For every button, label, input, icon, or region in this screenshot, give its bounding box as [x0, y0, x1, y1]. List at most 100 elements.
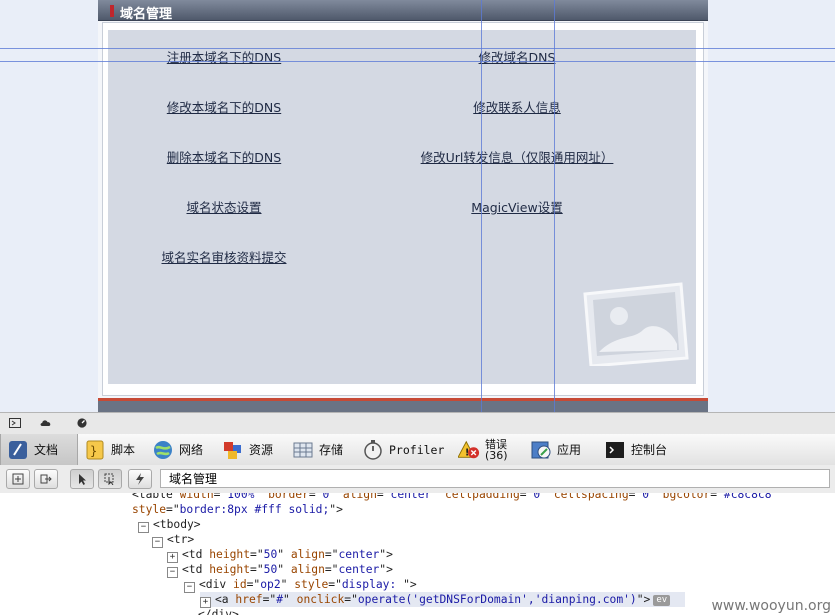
dom-node[interactable]: + <td height="50" align="center">: [167, 547, 393, 563]
attr-name: width: [179, 493, 214, 501]
dom-node[interactable]: </div>: [198, 607, 239, 615]
tab-storage[interactable]: 存储: [286, 434, 349, 465]
dock-icon[interactable]: [9, 418, 21, 428]
tab-console[interactable]: 控制台: [598, 434, 673, 465]
tag-text: =": [324, 548, 339, 561]
collapse-toggle-icon[interactable]: −: [152, 537, 163, 548]
attr-name: align: [290, 563, 325, 576]
inspect-element-button[interactable]: [70, 469, 94, 489]
link-modify-dns[interactable]: 修改本域名下的DNS: [167, 97, 281, 116]
tab-network[interactable]: 网络: [146, 434, 209, 465]
detach-icon: [40, 474, 52, 484]
cloud-icon[interactable]: [40, 418, 52, 428]
dom-node[interactable]: − <td height="50" align="center">: [167, 562, 393, 578]
tag-text: <tr>: [167, 533, 195, 546]
tab-label: Profiler: [389, 442, 445, 457]
lightning-button[interactable]: [128, 469, 152, 489]
tag-text: =": [262, 593, 277, 606]
attr-value: #c8c8c8: [723, 493, 772, 501]
event-badge[interactable]: ev: [653, 595, 671, 606]
tag-text: <td: [182, 563, 210, 576]
tag-text: ": [277, 563, 291, 576]
collapse-toggle-icon[interactable]: −: [184, 582, 195, 593]
tag-text: ">: [329, 503, 343, 516]
network-globe-icon: [152, 439, 174, 461]
devtools-tab-bar: 文档 } 脚本 网络 资源 存储 Profiler ! 错误 (36) 应用 控…: [0, 434, 835, 466]
dom-node[interactable]: <table width="100%" border="0" align="ce…: [132, 493, 772, 502]
link-delete-dns[interactable]: 删除本域名下的DNS: [167, 147, 281, 166]
tab-errors[interactable]: ! 错误 (36): [452, 434, 514, 465]
tab-script[interactable]: } 脚本: [78, 434, 141, 465]
dom-node[interactable]: − <tr>: [152, 532, 195, 548]
attr-name: onclick: [296, 593, 345, 606]
tag-text: <div: [199, 578, 234, 591]
tab-document[interactable]: 文档: [0, 434, 78, 465]
link-register-dns[interactable]: 注册本域名下的DNS: [167, 47, 281, 66]
select-element-button[interactable]: [98, 469, 122, 489]
tag-text: ": [431, 493, 445, 501]
dom-tree-panel[interactable]: <table width="100%" border="0" align="ce…: [0, 493, 835, 615]
select-pointer-icon: [104, 473, 114, 485]
tag-text: ": [277, 548, 291, 561]
tag-text: ": [649, 493, 663, 501]
image-placeholder-icon: [583, 282, 689, 366]
gauge-icon[interactable]: [76, 418, 88, 428]
lightning-icon: [136, 473, 144, 485]
attr-name: style: [294, 578, 329, 591]
tab-label: 网络: [179, 443, 204, 457]
panel-footer: [98, 398, 708, 412]
guide-line-horizontal: [0, 61, 835, 62]
link-modify-contact[interactable]: 修改联系人信息: [473, 97, 561, 116]
collapse-toggle-icon[interactable]: −: [167, 567, 178, 578]
tab-profiler[interactable]: Profiler: [356, 434, 450, 465]
document-icon: [7, 439, 29, 461]
link-modify-url-forward[interactable]: 修改Url转发信息（仅限通用网址）: [421, 147, 614, 166]
cursor-icon: [79, 474, 86, 485]
svg-text:}: }: [90, 444, 97, 458]
tag-text: ">: [403, 578, 417, 591]
tag-text: <tbody>: [153, 518, 201, 531]
attr-value: border:8px #fff solid;: [179, 503, 330, 516]
tab-label: 脚本: [111, 443, 136, 457]
tab-resources[interactable]: 资源: [216, 434, 279, 465]
dom-node[interactable]: − <div id="op2" style="display: ">: [184, 577, 417, 593]
attr-value: 50: [263, 548, 278, 561]
dock-toggle-icon: [12, 473, 24, 485]
attr-name: align: [342, 493, 377, 501]
tag-text: =": [328, 578, 342, 591]
attr-value: 50: [263, 563, 278, 576]
tag-text: <a: [215, 593, 236, 606]
attr-name: align: [290, 548, 325, 561]
tag-text: ">: [379, 548, 393, 561]
tag-text: =": [308, 493, 323, 501]
tag-text: =": [250, 563, 264, 576]
attr-name: height: [209, 548, 251, 561]
stopwatch-icon: [362, 439, 384, 461]
breadcrumb[interactable]: 域名管理: [160, 469, 830, 488]
link-domain-status[interactable]: 域名状态设置: [186, 197, 261, 216]
attr-value: center: [338, 548, 380, 561]
attr-value: operate('getDNSForDomain','dianping.com'…: [357, 593, 637, 606]
attr-value: center: [338, 563, 380, 576]
web-page-viewport: 域名管理 注册本域名下的DNS 修改域名DNS 修改本域名下的DNS 修改联系人…: [0, 0, 835, 412]
attr-name: cellspacing: [553, 493, 629, 501]
guide-line-vertical: [481, 0, 482, 412]
link-modify-domain-dns[interactable]: 修改域名DNS: [479, 47, 556, 66]
dock-toggle-button[interactable]: [6, 469, 30, 489]
tag-text: ": [540, 493, 554, 501]
app-icon: [530, 439, 552, 461]
attr-value: op2: [260, 578, 281, 591]
tag-text: =": [324, 563, 339, 576]
attr-name: height: [209, 563, 251, 576]
dom-node-selected[interactable]: + <a href="#" onclick="operate('getDNSFor…: [200, 592, 685, 608]
dom-node[interactable]: − <tbody>: [138, 517, 201, 533]
dom-node[interactable]: style="border:8px #fff solid;">: [132, 502, 343, 517]
link-magicview[interactable]: MagicView设置: [471, 197, 562, 216]
tab-app[interactable]: 应用: [524, 434, 587, 465]
tag-text: =": [376, 493, 391, 501]
link-realname-submit[interactable]: 域名实名审核资料提交: [161, 247, 286, 266]
collapse-toggle-icon[interactable]: −: [138, 522, 149, 533]
tag-text: =": [344, 593, 358, 606]
detach-button[interactable]: [34, 469, 58, 489]
tab-label: 错误: [485, 437, 507, 451]
